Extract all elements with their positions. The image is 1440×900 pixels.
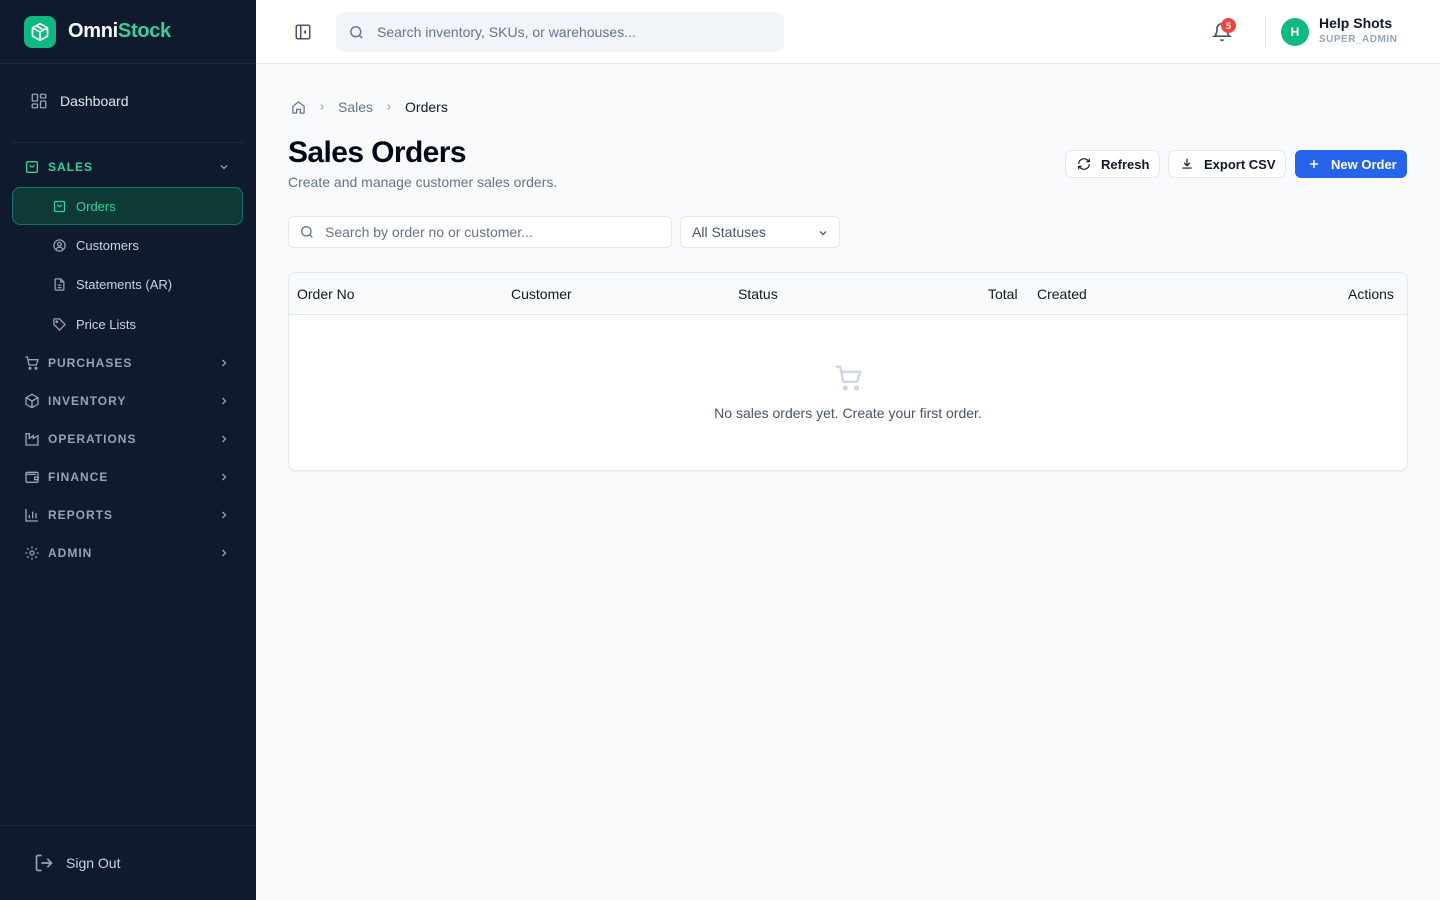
dashboard-grid-icon [31, 93, 47, 109]
shopping-bag-icon [26, 161, 38, 173]
column-header-actions: Actions [1348, 286, 1394, 302]
sidebar-item-price-lists[interactable]: Price Lists [12, 305, 243, 343]
breadcrumb-sales[interactable]: Sales [338, 99, 373, 115]
global-search[interactable] [336, 12, 784, 52]
sidebar-group-label: REPORTS [48, 508, 114, 522]
sidebar-group-purchases[interactable]: PURCHASES [12, 347, 244, 379]
chevron-right-icon [222, 435, 227, 443]
sidebar-group-admin[interactable]: ADMIN [12, 537, 244, 569]
orders-table: Order No Customer Status Total Created A… [288, 272, 1408, 471]
file-text-icon [54, 277, 65, 291]
user-name: Help Shots [1319, 15, 1393, 31]
sidebar-group-operations[interactable]: OPERATIONS [12, 423, 244, 455]
sidebar-group-label: PURCHASES [48, 356, 133, 370]
header-divider [1265, 16, 1266, 48]
chevron-down-icon [819, 231, 827, 236]
sidebar-divider [12, 142, 244, 143]
column-header-status[interactable]: Status [738, 286, 778, 302]
chevron-right-icon [222, 473, 227, 481]
chevron-right-icon [222, 359, 227, 367]
sidebar-group-reports[interactable]: REPORTS [12, 499, 244, 531]
sign-out-button[interactable]: Sign Out [24, 846, 232, 880]
order-search[interactable] [288, 216, 672, 248]
sidebar-item-label: Customers [76, 237, 139, 253]
order-search-input[interactable] [325, 224, 655, 240]
top-header: 5 H Help Shots SUPER_ADMIN [256, 0, 1440, 64]
sidebar: OmniStock Dashboard SALES Orders Custome… [0, 0, 256, 900]
sidebar-group-sales[interactable]: SALES [12, 151, 244, 183]
sidebar-item-label: Statements (AR) [76, 276, 173, 292]
new-order-button[interactable]: New Order [1295, 150, 1407, 178]
cart-icon [25, 356, 39, 370]
sidebar-item-statements[interactable]: Statements (AR) [12, 265, 243, 303]
log-out-icon [35, 854, 53, 872]
breadcrumb: Sales Orders [291, 99, 448, 115]
status-filter-select[interactable]: All Statuses [680, 216, 840, 248]
user-role: SUPER_ADMIN [1319, 34, 1398, 45]
column-header-order-no[interactable]: Order No [297, 286, 355, 302]
brand[interactable]: OmniStock [0, 0, 256, 64]
factory-icon [25, 433, 39, 446]
brand-name-part1: Omni [68, 20, 118, 42]
sidebar-group-label: INVENTORY [48, 394, 127, 408]
sidebar-group-label: SALES [48, 160, 94, 174]
global-search-input[interactable] [377, 24, 767, 40]
gear-icon [25, 546, 39, 560]
export-csv-button[interactable]: Export CSV [1168, 150, 1286, 178]
download-icon [1182, 158, 1192, 169]
breadcrumb-current: Orders [405, 99, 448, 115]
sidebar-toggle-icon[interactable] [294, 23, 312, 41]
refresh-button[interactable]: Refresh [1065, 150, 1160, 178]
sidebar-item-orders[interactable]: Orders [12, 187, 243, 225]
search-icon [350, 25, 363, 39]
chevron-right-icon [387, 104, 392, 110]
wallet-icon [25, 471, 39, 483]
empty-cart-icon [835, 365, 862, 391]
chevron-right-icon [222, 511, 227, 519]
table-header: Order No Customer Status Total Created A… [289, 273, 1407, 315]
sidebar-group-finance[interactable]: FINANCE [12, 461, 244, 493]
column-header-customer[interactable]: Customer [511, 286, 572, 302]
refresh-icon [1078, 158, 1090, 170]
status-filter-value: All Statuses [692, 224, 766, 240]
sidebar-item-label: Dashboard [60, 93, 129, 109]
empty-state-message: No sales orders yet. Create your first o… [714, 405, 982, 421]
sidebar-item-customers[interactable]: Customers [12, 226, 243, 264]
brand-name-part2: Stock [117, 20, 171, 42]
tag-icon [53, 317, 67, 331]
shopping-bag-icon [53, 200, 66, 212]
sidebar-item-dashboard[interactable]: Dashboard [12, 80, 244, 122]
sidebar-group-label: FINANCE [48, 470, 109, 484]
sidebar-group-label: ADMIN [48, 546, 93, 560]
sidebar-group-label: OPERATIONS [48, 432, 137, 446]
page-title: Sales Orders [288, 136, 467, 169]
search-icon [301, 226, 313, 238]
export-label: Export CSV [1204, 156, 1276, 172]
column-header-total[interactable]: Total [988, 286, 1018, 302]
user-circle-icon [53, 238, 66, 252]
home-icon[interactable] [291, 100, 306, 115]
chevron-right-icon [222, 549, 227, 557]
new-order-label: New Order [1331, 156, 1397, 172]
plus-icon [1309, 159, 1319, 169]
chevron-down-icon [220, 165, 228, 170]
chevron-right-icon [320, 104, 324, 110]
sidebar-divider [0, 825, 256, 826]
chevron-right-icon [222, 397, 227, 405]
column-header-created[interactable]: Created [1037, 286, 1087, 302]
sign-out-label: Sign Out [66, 855, 121, 871]
sidebar-item-label: Orders [76, 198, 116, 214]
avatar[interactable]: H [1281, 18, 1309, 46]
page-subtitle: Create and manage customer sales orders. [288, 174, 558, 190]
refresh-label: Refresh [1101, 156, 1150, 172]
package-icon [25, 393, 39, 409]
brand-name: OmniStock [68, 20, 171, 43]
sidebar-group-inventory[interactable]: INVENTORY [12, 385, 244, 417]
sidebar-item-label: Price Lists [76, 316, 136, 332]
notification-badge: 5 [1221, 18, 1236, 33]
bar-chart-icon [25, 509, 38, 522]
cube-logo-icon [24, 15, 56, 48]
